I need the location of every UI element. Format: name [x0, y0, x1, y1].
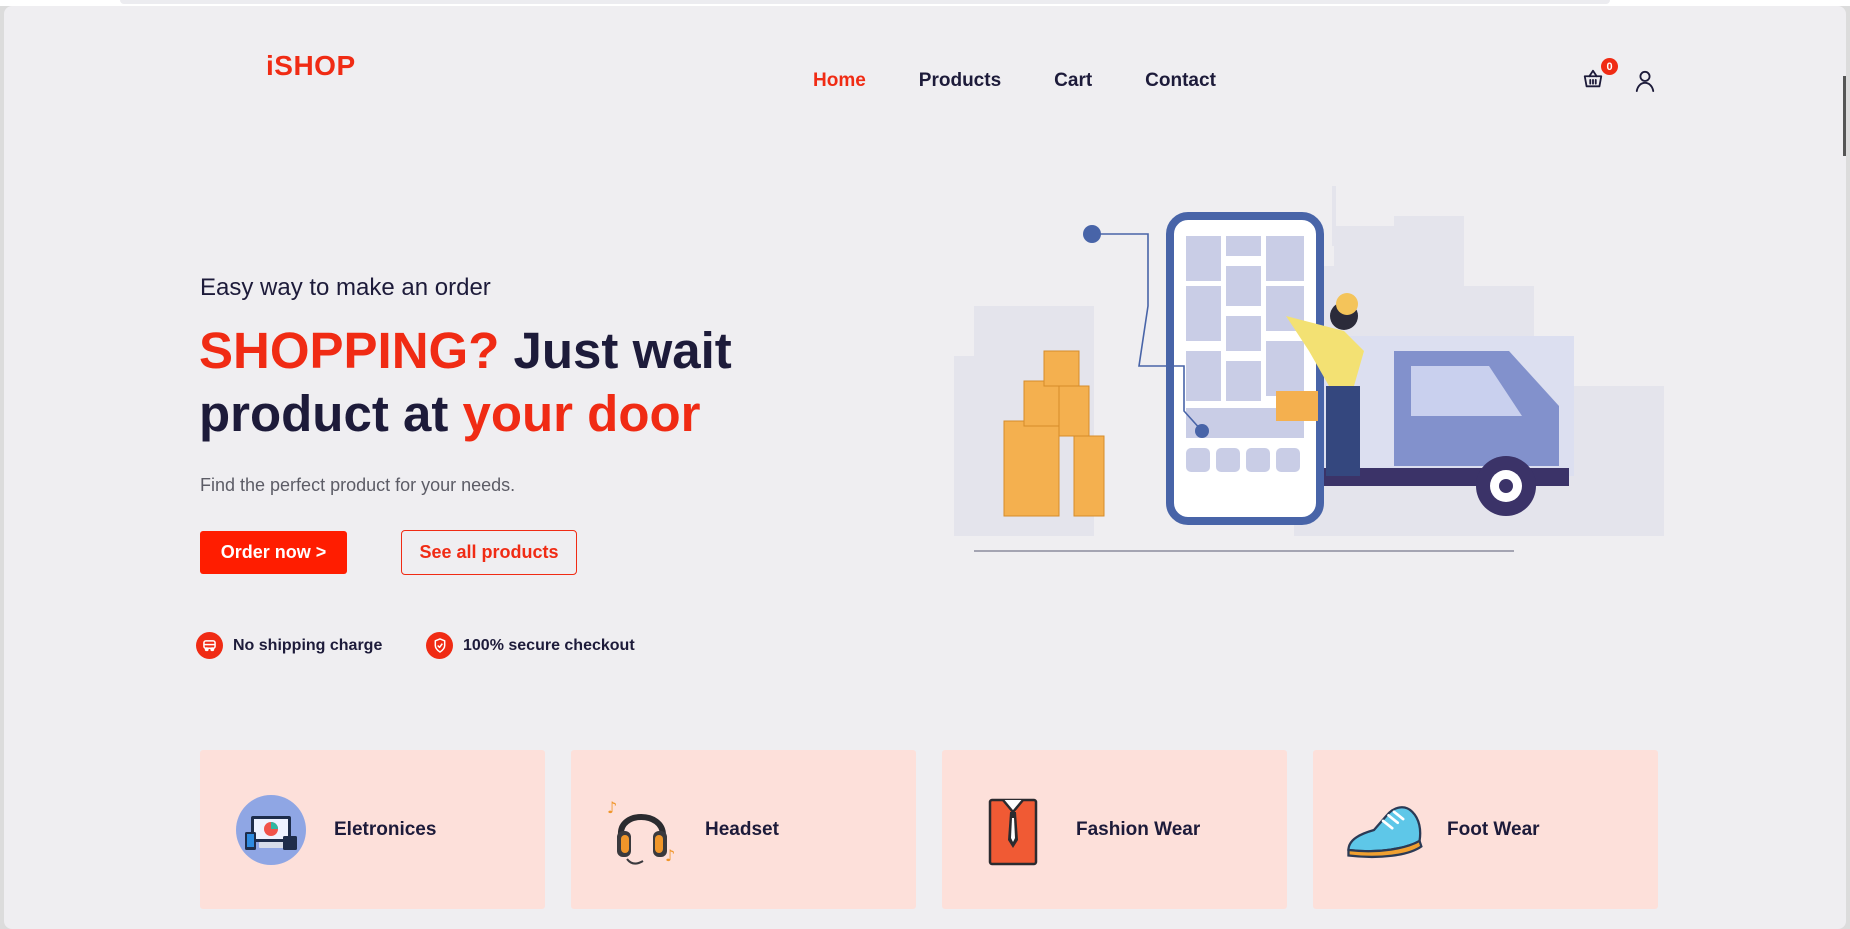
cart-button[interactable]: 0 — [1582, 58, 1618, 94]
hero-description: Find the perfect product for your needs. — [200, 475, 516, 495]
header-icons: 0 — [1582, 58, 1656, 94]
user-icon[interactable] — [1634, 69, 1656, 93]
brand-logo[interactable]: iSHOP — [266, 50, 356, 82]
shirt-tie-icon — [972, 789, 1054, 871]
see-all-products-button[interactable]: See all products — [401, 530, 577, 575]
cart-count-badge: 0 — [1601, 58, 1618, 75]
nav-contact[interactable]: Contact — [1145, 70, 1216, 92]
sneaker-icon — [1343, 789, 1425, 871]
nav-cart[interactable]: Cart — [1054, 70, 1092, 92]
feature-label: 100% secure checkout — [463, 636, 635, 654]
nav-home[interactable]: Home — [813, 70, 866, 92]
category-label: Fashion Wear — [1076, 818, 1201, 840]
feature-secure-checkout: 100% secure checkout — [426, 632, 635, 659]
scrollbar[interactable] — [1843, 76, 1846, 156]
headline-highlight-1: SHOPPING? — [199, 322, 500, 379]
feature-free-shipping: No shipping charge — [196, 632, 382, 659]
svg-text:♪: ♪ — [665, 846, 675, 865]
feature-label: No shipping charge — [233, 636, 383, 654]
category-card-headset[interactable]: ♪ ♪ Headset — [571, 750, 916, 909]
headline-highlight-2: your door — [462, 385, 701, 442]
svg-text:♪: ♪ — [607, 798, 617, 817]
category-label: Foot Wear — [1447, 818, 1540, 840]
hero-tagline: Easy way to make an order — [200, 274, 491, 301]
shield-check-icon — [426, 632, 453, 659]
page-window: iSHOP Home Products Cart Contact 0 Easy … — [4, 6, 1846, 929]
category-label: Headset — [705, 818, 779, 840]
category-cards: Eletronices ♪ ♪ Headset Fashion Wear Foo… — [200, 750, 1658, 909]
electronics-devices-icon — [230, 789, 312, 871]
main-nav: Home Products Cart Contact — [813, 70, 1269, 92]
headset-icon: ♪ ♪ — [601, 789, 683, 871]
shopping-basket-icon — [1583, 69, 1603, 88]
hero-headline: SHOPPING? Just wait product at your door — [199, 319, 819, 445]
nav-products[interactable]: Products — [919, 70, 1001, 92]
order-now-button[interactable]: Order now > — [200, 531, 347, 574]
truck-icon — [196, 632, 223, 659]
category-card-fashion[interactable]: Fashion Wear — [942, 750, 1287, 909]
category-card-electronics[interactable]: Eletronices — [200, 750, 545, 909]
delivery-illustration — [954, 186, 1664, 552]
category-label: Eletronices — [334, 818, 437, 840]
category-card-footwear[interactable]: Foot Wear — [1313, 750, 1658, 909]
